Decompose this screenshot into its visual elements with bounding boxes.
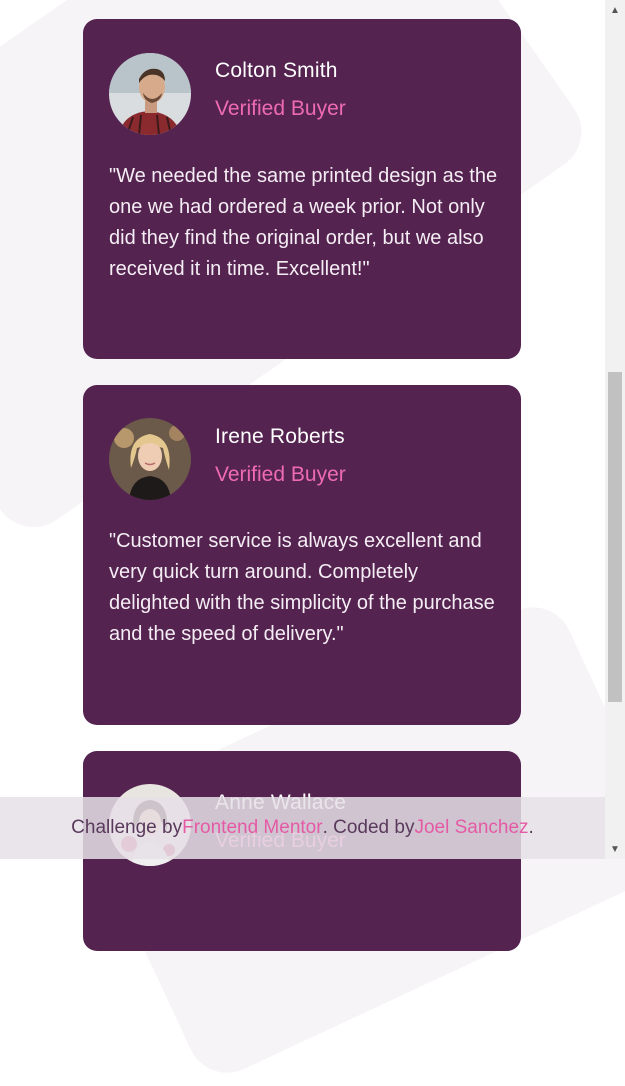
testimonial-card: Irene Roberts Verified Buyer "Customer s…: [83, 385, 521, 725]
review-text: "We needed the same printed design as th…: [109, 165, 498, 280]
vertical-scrollbar[interactable]: ▲ ▼: [605, 0, 625, 859]
avatar: [109, 418, 191, 500]
chevron-up-icon[interactable]: ▲: [605, 0, 625, 20]
reviewer-name: Colton Smith: [215, 59, 338, 82]
attribution-middle: . Coded by: [322, 817, 415, 838]
chevron-down-icon[interactable]: ▼: [605, 839, 625, 859]
review-text: "Customer service is always excellent an…: [109, 530, 495, 645]
frontend-mentor-link[interactable]: Frontend Mentor: [182, 817, 322, 839]
reviewer-name: Irene Roberts: [215, 425, 345, 448]
testimonials-list[interactable]: Colton Smith Verified Buyer "We needed t…: [0, 0, 605, 951]
attribution-prefix: Challenge by: [71, 817, 183, 838]
attribution-footer: Challenge by Frontend Mentor. Coded by Joe…: [0, 797, 605, 859]
testimonial-card: Colton Smith Verified Buyer "We needed t…: [83, 19, 521, 359]
attribution-suffix: .: [528, 817, 534, 838]
author-link[interactable]: Joel Sanchez: [414, 817, 528, 839]
avatar: [109, 53, 191, 135]
reviewer-role: Verified Buyer: [215, 463, 346, 486]
reviewer-role: Verified Buyer: [215, 97, 346, 120]
scrollbar-thumb[interactable]: [608, 372, 622, 702]
